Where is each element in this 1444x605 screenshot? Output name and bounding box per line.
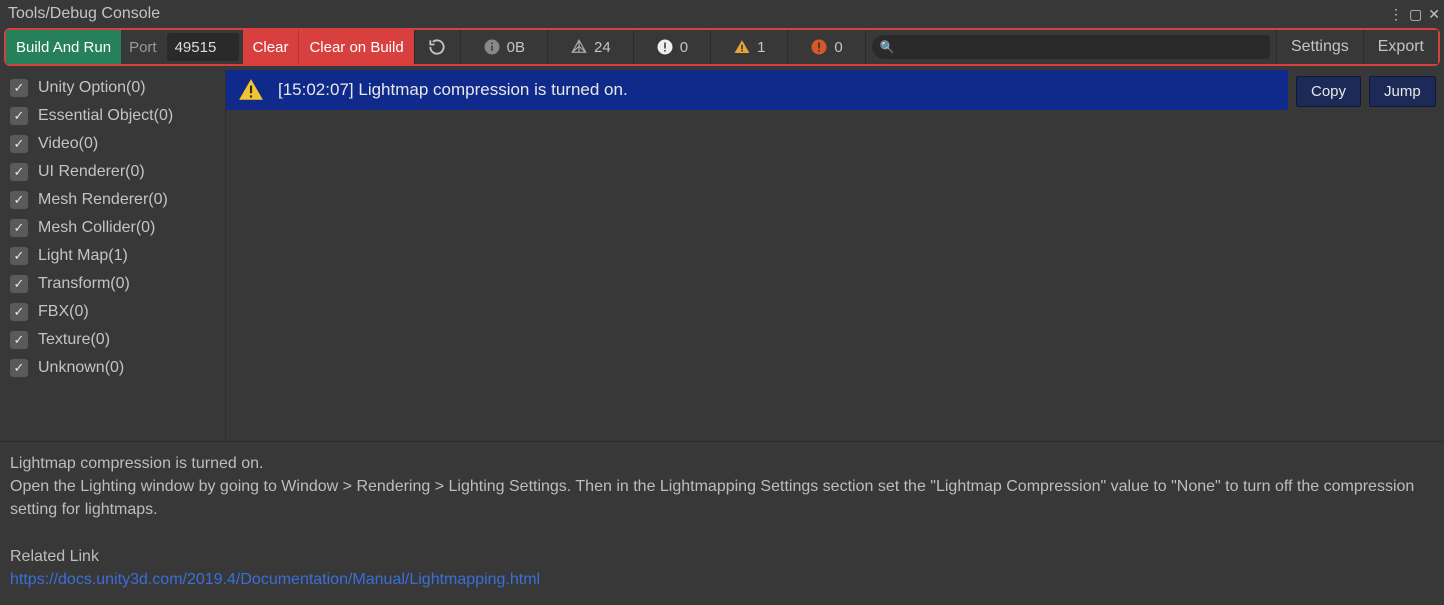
checkbox-icon[interactable]: ✓ bbox=[10, 331, 28, 349]
sidebar-item-label: UI Renderer(0) bbox=[38, 163, 145, 181]
triangle-mesh-icon bbox=[570, 38, 588, 56]
log-actions: Copy Jump bbox=[1288, 70, 1444, 441]
log-timestamp: [15:02:07] bbox=[278, 80, 354, 99]
sidebar-item[interactable]: ✓ Unity Option(0) bbox=[0, 74, 225, 102]
stat-info-value: 0 bbox=[680, 39, 688, 56]
sidebar-item[interactable]: ✓ UI Renderer(0) bbox=[0, 158, 225, 186]
settings-button[interactable]: Settings bbox=[1276, 30, 1363, 64]
export-button[interactable]: Export bbox=[1363, 30, 1438, 64]
info-bang-icon bbox=[656, 38, 674, 56]
sidebar-item[interactable]: ✓ Mesh Collider(0) bbox=[0, 214, 225, 242]
refresh-button[interactable] bbox=[414, 30, 460, 64]
log-message-text: Lightmap compression is turned on. bbox=[358, 80, 627, 99]
sidebar-item-label: Texture(0) bbox=[38, 331, 110, 349]
info-icon bbox=[483, 38, 501, 56]
sidebar-item-label: Mesh Renderer(0) bbox=[38, 191, 168, 209]
checkbox-icon[interactable]: ✓ bbox=[10, 135, 28, 153]
clear-on-build-button[interactable]: Clear on Build bbox=[298, 30, 413, 64]
sidebar-item[interactable]: ✓ Light Map(1) bbox=[0, 242, 225, 270]
close-icon[interactable]: ✕ bbox=[1428, 6, 1440, 23]
stat-warn-value: 1 bbox=[757, 39, 765, 56]
content-area: ✓ Unity Option(0) ✓ Essential Object(0) ✓ Vid… bbox=[0, 70, 1444, 441]
related-link[interactable]: https://docs.unity3d.com/2019.4/Document… bbox=[10, 571, 540, 588]
log-panel: [15:02:07] Lightmap compression is turne… bbox=[226, 70, 1288, 441]
sidebar-item[interactable]: ✓ Video(0) bbox=[0, 130, 225, 158]
window-title: Tools/Debug Console bbox=[8, 5, 1389, 23]
stat-info-count[interactable]: 0 bbox=[633, 30, 710, 64]
sidebar-item[interactable]: ✓ Transform(0) bbox=[0, 270, 225, 298]
log-message: [15:02:07] Lightmap compression is turne… bbox=[278, 80, 1276, 100]
warning-icon bbox=[733, 38, 751, 56]
sidebar-item[interactable]: ✓ FBX(0) bbox=[0, 298, 225, 326]
window-title-bar: Tools/Debug Console ⋮ ▢ ✕ bbox=[0, 0, 1444, 28]
details-line2: Open the Lighting window by going to Win… bbox=[10, 475, 1434, 521]
stat-error-count[interactable]: 0 bbox=[787, 30, 864, 64]
log-list-empty-area bbox=[226, 110, 1288, 441]
checkbox-icon[interactable]: ✓ bbox=[10, 163, 28, 181]
search-input[interactable] bbox=[872, 35, 1270, 59]
sidebar-item-label: Unity Option(0) bbox=[38, 79, 146, 97]
stat-tri-value: 24 bbox=[594, 39, 611, 56]
build-and-run-button[interactable]: Build And Run bbox=[6, 30, 121, 64]
checkbox-icon[interactable]: ✓ bbox=[10, 247, 28, 265]
sidebar-item-label: Unknown(0) bbox=[38, 359, 124, 377]
checkbox-icon[interactable]: ✓ bbox=[10, 191, 28, 209]
stat-bytes-value: 0B bbox=[507, 39, 525, 56]
port-label: Port bbox=[121, 30, 163, 64]
toolbar-highlight: Build And Run Port Clear Clear on Build … bbox=[4, 28, 1440, 66]
jump-button[interactable]: Jump bbox=[1369, 76, 1436, 107]
maximize-icon[interactable]: ▢ bbox=[1409, 6, 1422, 23]
stat-tri[interactable]: 24 bbox=[547, 30, 633, 64]
checkbox-icon[interactable]: ✓ bbox=[10, 107, 28, 125]
warning-icon bbox=[238, 77, 264, 103]
refresh-icon bbox=[427, 37, 447, 57]
sidebar-item[interactable]: ✓ Unknown(0) bbox=[0, 354, 225, 382]
error-icon bbox=[810, 38, 828, 56]
clear-button[interactable]: Clear bbox=[243, 30, 299, 64]
stat-warn-count[interactable]: 1 bbox=[710, 30, 787, 64]
toolbar: Build And Run Port Clear Clear on Build … bbox=[6, 30, 1438, 64]
sidebar-item[interactable]: ✓ Texture(0) bbox=[0, 326, 225, 354]
copy-button[interactable]: Copy bbox=[1296, 76, 1361, 107]
details-line1: Lightmap compression is turned on. bbox=[10, 452, 1434, 475]
log-entry[interactable]: [15:02:07] Lightmap compression is turne… bbox=[226, 70, 1288, 110]
category-sidebar: ✓ Unity Option(0) ✓ Essential Object(0) ✓ Vid… bbox=[0, 70, 226, 441]
sidebar-item-label: Light Map(1) bbox=[38, 247, 128, 265]
sidebar-item[interactable]: ✓ Mesh Renderer(0) bbox=[0, 186, 225, 214]
sidebar-item-label: Essential Object(0) bbox=[38, 107, 173, 125]
menu-dots-icon[interactable]: ⋮ bbox=[1389, 6, 1403, 23]
sidebar-item-label: Transform(0) bbox=[38, 275, 130, 293]
sidebar-item-label: FBX(0) bbox=[38, 303, 89, 321]
window-controls: ⋮ ▢ ✕ bbox=[1389, 6, 1440, 23]
search-container: 🔍 bbox=[865, 30, 1276, 64]
search-icon: 🔍 bbox=[880, 40, 895, 54]
checkbox-icon[interactable]: ✓ bbox=[10, 219, 28, 237]
related-link-heading: Related Link bbox=[10, 545, 1434, 568]
checkbox-icon[interactable]: ✓ bbox=[10, 359, 28, 377]
checkbox-icon[interactable]: ✓ bbox=[10, 303, 28, 321]
port-input[interactable] bbox=[167, 33, 239, 61]
sidebar-item-label: Mesh Collider(0) bbox=[38, 219, 155, 237]
sidebar-item-label: Video(0) bbox=[38, 135, 98, 153]
checkbox-icon[interactable]: ✓ bbox=[10, 275, 28, 293]
details-panel: Lightmap compression is turned on. Open … bbox=[0, 441, 1444, 605]
stat-bytes[interactable]: 0B bbox=[460, 30, 547, 64]
checkbox-icon[interactable]: ✓ bbox=[10, 79, 28, 97]
window: Tools/Debug Console ⋮ ▢ ✕ Build And Run … bbox=[0, 0, 1444, 605]
stat-error-value: 0 bbox=[834, 39, 842, 56]
sidebar-item[interactable]: ✓ Essential Object(0) bbox=[0, 102, 225, 130]
